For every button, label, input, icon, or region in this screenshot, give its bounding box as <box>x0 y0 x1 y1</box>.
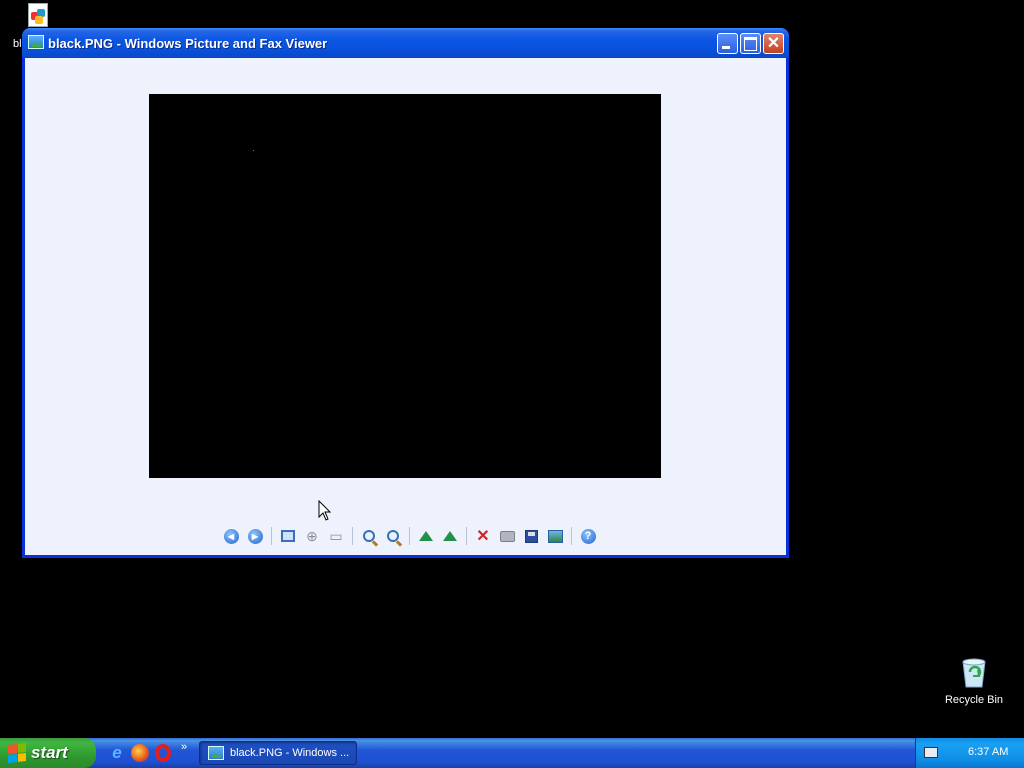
taskbar-item-picture-viewer[interactable]: black.PNG - Windows ... <box>199 741 357 765</box>
print-button[interactable] <box>497 526 517 546</box>
quick-launch-overflow-icon[interactable]: » <box>181 741 187 753</box>
image-pixel-speck <box>253 150 254 151</box>
picture-viewer-window: black.PNG - Windows Picture and Fax View… <box>22 28 789 558</box>
desktop-file-icon-label: bl <box>13 38 22 50</box>
delete-icon: ✕ <box>476 528 490 545</box>
help-icon: ? <box>580 528 596 544</box>
clock[interactable]: 6:37 AM <box>968 746 1008 758</box>
firefox-icon[interactable] <box>131 744 149 762</box>
maximize-button[interactable] <box>740 33 761 54</box>
save-button[interactable] <box>521 526 541 546</box>
help-button[interactable]: ? <box>578 526 598 546</box>
rotate-counterclockwise-button[interactable] <box>440 526 460 546</box>
start-label: start <box>31 743 68 762</box>
save-icon <box>524 529 538 543</box>
actual-size-button[interactable]: ⊕ <box>302 526 322 546</box>
rotate-clockwise-icon <box>419 531 433 541</box>
open-for-editing-button[interactable] <box>545 526 565 546</box>
internet-explorer-icon[interactable]: e <box>108 744 126 762</box>
minimize-icon <box>718 34 737 53</box>
toolbar-separator <box>409 527 410 545</box>
taskbar: start e » black.PNG - Windows ... 6:37 A… <box>0 738 1024 768</box>
next-image-button[interactable]: ▶ <box>245 526 265 546</box>
mouse-cursor-icon <box>318 500 332 521</box>
recycle-bin-shortcut[interactable]: Recycle Bin <box>930 656 1018 706</box>
toolbar-separator <box>571 527 572 545</box>
toolbar-separator <box>352 527 353 545</box>
close-icon: ✕ <box>766 34 781 52</box>
open-for-editing-icon <box>547 529 563 543</box>
close-button[interactable]: ✕ <box>763 33 784 54</box>
rotate-clockwise-button[interactable] <box>416 526 436 546</box>
taskbar-item-label: black.PNG - Windows ... <box>230 747 350 759</box>
maximize-icon <box>741 34 760 53</box>
toolbar-separator <box>466 527 467 545</box>
window-title: black.PNG - Windows Picture and Fax View… <box>48 36 328 51</box>
viewer-toolbar: ◀ ▶ ⊕ ▭ ✕ ? <box>221 526 602 546</box>
rotate-counterclockwise-icon <box>443 531 457 541</box>
slideshow-icon: ▭ <box>329 527 343 544</box>
opera-icon[interactable] <box>155 744 171 762</box>
windows-flag-icon <box>8 743 26 763</box>
system-tray: 6:37 AM <box>915 738 1024 768</box>
previous-image-icon: ◀ <box>223 528 239 544</box>
recycle-bin-label: Recycle Bin <box>944 694 1004 706</box>
zoom-out-button[interactable] <box>383 526 403 546</box>
slideshow-button[interactable]: ▭ <box>326 526 346 546</box>
picture-viewer-app-icon <box>208 746 224 760</box>
keyboard-icon[interactable] <box>924 747 938 758</box>
best-fit-button[interactable] <box>278 526 298 546</box>
recycle-bin-icon <box>959 656 989 688</box>
viewer-client-area: ◀ ▶ ⊕ ▭ ✕ ? <box>25 58 786 555</box>
zoom-out-icon <box>387 530 399 542</box>
next-image-icon: ▶ <box>247 528 263 544</box>
picture-viewer-app-icon[interactable] <box>28 35 44 49</box>
desktop-file-icon[interactable] <box>26 3 50 29</box>
best-fit-icon <box>281 530 295 542</box>
zoom-in-button[interactable] <box>359 526 379 546</box>
toolbar-separator <box>271 527 272 545</box>
title-bar[interactable]: black.PNG - Windows Picture and Fax View… <box>22 28 789 58</box>
zoom-in-icon <box>363 530 375 542</box>
minimize-button[interactable] <box>717 33 738 54</box>
actual-size-icon: ⊕ <box>306 527 318 544</box>
start-button[interactable]: start <box>0 738 96 768</box>
displayed-image[interactable] <box>149 94 661 478</box>
delete-button[interactable]: ✕ <box>473 526 493 546</box>
print-icon <box>499 530 515 542</box>
previous-image-button[interactable]: ◀ <box>221 526 241 546</box>
